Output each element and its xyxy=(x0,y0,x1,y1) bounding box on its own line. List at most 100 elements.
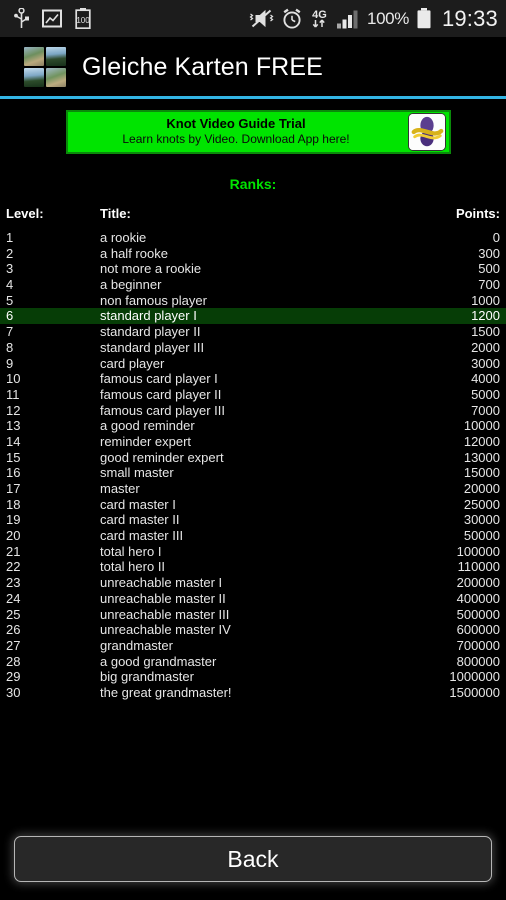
cell-title: a half rooke xyxy=(100,245,168,261)
table-row: 28 a good grandmaster 800000 xyxy=(0,654,506,670)
table-row: 1 a rookie 0 xyxy=(0,230,506,246)
cell-level: 26 xyxy=(6,622,21,638)
cell-level: 29 xyxy=(6,669,21,685)
cell-level: 10 xyxy=(6,371,21,387)
cell-points: 3000 xyxy=(471,355,500,371)
cell-points: 700 xyxy=(478,277,500,293)
cell-title: unreachable master III xyxy=(100,606,230,622)
cell-points: 1000000 xyxy=(449,669,500,685)
app-icon-tile-4 xyxy=(46,68,66,87)
table-row: 30 the great grandmaster! 1500000 xyxy=(0,685,506,701)
cell-points: 1200 xyxy=(471,308,500,324)
cell-title: standard player II xyxy=(100,324,201,340)
table-row: 7 standard player II 1500 xyxy=(0,324,506,340)
table-row: 9 card player 3000 xyxy=(0,356,506,372)
cell-points: 200000 xyxy=(456,575,500,591)
ad-text-block: Knot Video Guide Trial Learn knots by Vi… xyxy=(68,116,408,147)
cell-points: 2000 xyxy=(471,339,500,355)
cell-points: 13000 xyxy=(463,449,500,465)
table-row: 4 a beginner 700 xyxy=(0,277,506,293)
cell-title: big grandmaster xyxy=(100,669,194,685)
back-button[interactable]: Back xyxy=(14,836,492,882)
table-row: 20 card master III 50000 xyxy=(0,528,506,544)
table-row: 22 total hero II 110000 xyxy=(0,559,506,575)
cell-level: 5 xyxy=(6,292,14,308)
cell-title: card player xyxy=(100,355,165,371)
table-row: 10 famous card player I 4000 xyxy=(0,371,506,387)
cell-title: total hero I xyxy=(100,543,162,559)
table-row: 11 famous card player II 5000 xyxy=(0,387,506,403)
cell-title: reminder expert xyxy=(100,433,192,449)
cell-points: 7000 xyxy=(471,402,500,418)
app-icon-tile-3 xyxy=(24,68,44,87)
cell-title: unreachable master II xyxy=(100,590,226,606)
table-row: 29 big grandmaster 1000000 xyxy=(0,669,506,685)
cell-title: good reminder expert xyxy=(100,449,224,465)
battery-icon xyxy=(416,8,432,29)
app-icon-tile-1 xyxy=(24,47,44,66)
cell-points: 800000 xyxy=(456,653,500,669)
action-bar: Gleiche Karten FREE xyxy=(0,38,506,96)
cell-level: 2 xyxy=(6,245,14,261)
knot-app-thumbnail[interactable] xyxy=(408,113,446,151)
cell-title: card master III xyxy=(100,528,184,544)
cell-level: 28 xyxy=(6,653,21,669)
cell-level: 13 xyxy=(6,418,21,434)
cell-points: 12000 xyxy=(463,433,500,449)
cell-points: 500 xyxy=(478,261,500,277)
cell-level: 1 xyxy=(6,230,14,245)
cell-points: 1500000 xyxy=(449,684,500,700)
cell-level: 15 xyxy=(6,449,21,465)
cell-level: 4 xyxy=(6,277,14,293)
cell-level: 16 xyxy=(6,465,21,481)
cell-title: famous card player III xyxy=(100,402,225,418)
cell-level: 24 xyxy=(6,590,21,606)
cell-level: 9 xyxy=(6,355,14,371)
ranks-heading: Ranks: xyxy=(229,176,277,192)
mute-vibrate-icon xyxy=(249,8,274,29)
cell-title: total hero II xyxy=(100,559,166,575)
cell-title: unreachable master I xyxy=(100,575,223,591)
cell-points: 20000 xyxy=(463,481,500,496)
ad-banner-container[interactable]: Knot Video Guide Trial Learn knots by Vi… xyxy=(0,99,506,154)
screenshot-icon xyxy=(42,9,62,28)
svg-text:100: 100 xyxy=(76,16,90,25)
table-header-row: Level: Title: Points: xyxy=(0,204,506,224)
table-row: 13 a good reminder 10000 xyxy=(0,418,506,434)
table-row: 25 unreachable master III 500000 xyxy=(0,607,506,623)
status-bar-left-icons: 100 xyxy=(14,7,91,30)
cell-title: a beginner xyxy=(100,277,162,293)
table-row: 16 small master 15000 xyxy=(0,465,506,481)
cell-level: 27 xyxy=(6,637,21,653)
column-header-level: Level: xyxy=(6,206,44,221)
cell-points: 100000 xyxy=(456,543,500,559)
cell-title: small master xyxy=(100,465,174,481)
ad-banner[interactable]: Knot Video Guide Trial Learn knots by Vi… xyxy=(66,110,451,154)
page-title: Gleiche Karten FREE xyxy=(82,52,323,81)
table-row: 8 standard player III 2000 xyxy=(0,340,506,356)
cell-title: famous card player II xyxy=(100,386,222,402)
cell-title: a rookie xyxy=(100,230,147,245)
cell-level: 7 xyxy=(6,324,14,340)
cell-points: 1500 xyxy=(471,324,500,340)
table-row: 18 card master I 25000 xyxy=(0,497,506,513)
table-row: 19 card master II 30000 xyxy=(0,512,506,528)
usb-icon xyxy=(14,7,29,30)
cell-title: not more a rookie xyxy=(100,261,202,277)
cell-points: 30000 xyxy=(463,512,500,528)
cell-level: 30 xyxy=(6,684,21,700)
cell-level: 6 xyxy=(6,308,14,324)
footer-bar: Back xyxy=(0,836,506,900)
ad-subtitle: Learn knots by Video. Download App here! xyxy=(122,131,350,146)
table-row: 24 unreachable master II 400000 xyxy=(0,591,506,607)
cell-title: grandmaster xyxy=(100,637,173,653)
cell-title: standard player I xyxy=(100,308,197,324)
cell-title: unreachable master IV xyxy=(100,622,231,638)
svg-text:4G: 4G xyxy=(312,9,327,21)
cell-level: 3 xyxy=(6,261,14,277)
table-row: 23 unreachable master I 200000 xyxy=(0,575,506,591)
cell-points: 500000 xyxy=(456,606,500,622)
table-row: 2 a half rooke 300 xyxy=(0,246,506,262)
cell-level: 17 xyxy=(6,481,21,496)
